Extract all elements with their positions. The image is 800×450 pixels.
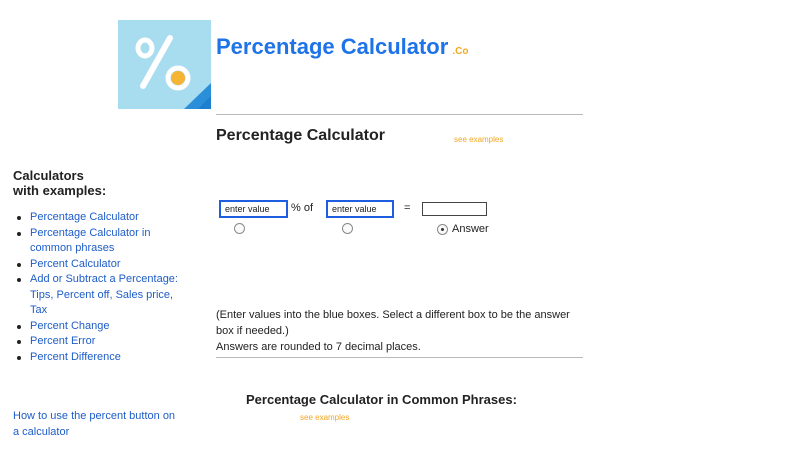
sidebar-item-percent-change: Percent Change <box>13 319 188 335</box>
page-title: Percentage Calculator <box>216 127 385 144</box>
common-phrases-title: Percentage Calculator in Common Phrases: <box>246 392 517 407</box>
radio-input-1[interactable] <box>234 223 245 234</box>
radio-answer[interactable] <box>437 224 448 235</box>
header-divider <box>216 114 583 115</box>
instructions-text: (Enter values into the blue boxes. Selec… <box>216 309 570 337</box>
sidebar-item-common-phrases: Percentage Calculator in common phrases <box>13 226 160 257</box>
radio-input-2[interactable] <box>342 223 353 234</box>
site-tld: .Co <box>452 46 469 57</box>
sidebar-item-percent-difference: Percent Difference <box>13 350 188 366</box>
section-divider <box>216 357 583 358</box>
value-input-1[interactable] <box>219 200 288 218</box>
sidebar-link-percentage-calculator[interactable]: Percentage Calculator <box>30 211 139 223</box>
value-input-2[interactable] <box>326 200 394 218</box>
sidebar-item-percentage-calculator: Percentage Calculator <box>13 210 188 226</box>
sidebar-link-add-subtract[interactable]: Add or Subtract a Percentage: Tips, Perc… <box>30 273 178 316</box>
rounding-note: Answers are rounded to 7 decimal places. <box>216 341 421 353</box>
answer-output[interactable] <box>422 202 487 216</box>
sidebar-heading-line2: with examples: <box>13 183 107 198</box>
site-title[interactable]: Percentage Calculator .Co <box>216 34 468 60</box>
percent-of-label: % of <box>291 202 314 214</box>
sidebar-heading-line1: Calculators <box>13 168 84 183</box>
sidebar-link-common-phrases[interactable]: Percentage Calculator in common phrases <box>30 227 150 255</box>
sidebar-link-percent-calculator[interactable]: Percent Calculator <box>30 258 121 270</box>
sidebar-item-percent-calculator: Percent Calculator <box>13 257 188 273</box>
howto-percent-button-link[interactable]: How to use the percent button on a calcu… <box>13 409 183 440</box>
sidebar-item-add-subtract: Add or Subtract a Percentage: Tips, Perc… <box>13 272 190 319</box>
answer-label: Answer <box>452 223 489 235</box>
equals-sign: = <box>404 202 411 214</box>
site-logo[interactable] <box>118 20 211 109</box>
sidebar-link-percent-difference[interactable]: Percent Difference <box>30 351 121 363</box>
sidebar-item-percent-error: Percent Error <box>13 334 188 350</box>
see-examples-link-phrases[interactable]: see examples <box>300 413 349 422</box>
sidebar-link-percent-change[interactable]: Percent Change <box>30 320 110 332</box>
sidebar-heading: Calculators with examples: <box>13 168 106 198</box>
site-title-text[interactable]: Percentage Calculator <box>216 34 448 59</box>
instructions: (Enter values into the blue boxes. Selec… <box>216 307 586 355</box>
sidebar-calculator-list: Percentage Calculator Percentage Calcula… <box>13 210 188 365</box>
see-examples-link[interactable]: see examples <box>454 135 503 144</box>
sidebar-link-percent-error[interactable]: Percent Error <box>30 335 95 347</box>
percent-logo-icon <box>118 20 211 109</box>
